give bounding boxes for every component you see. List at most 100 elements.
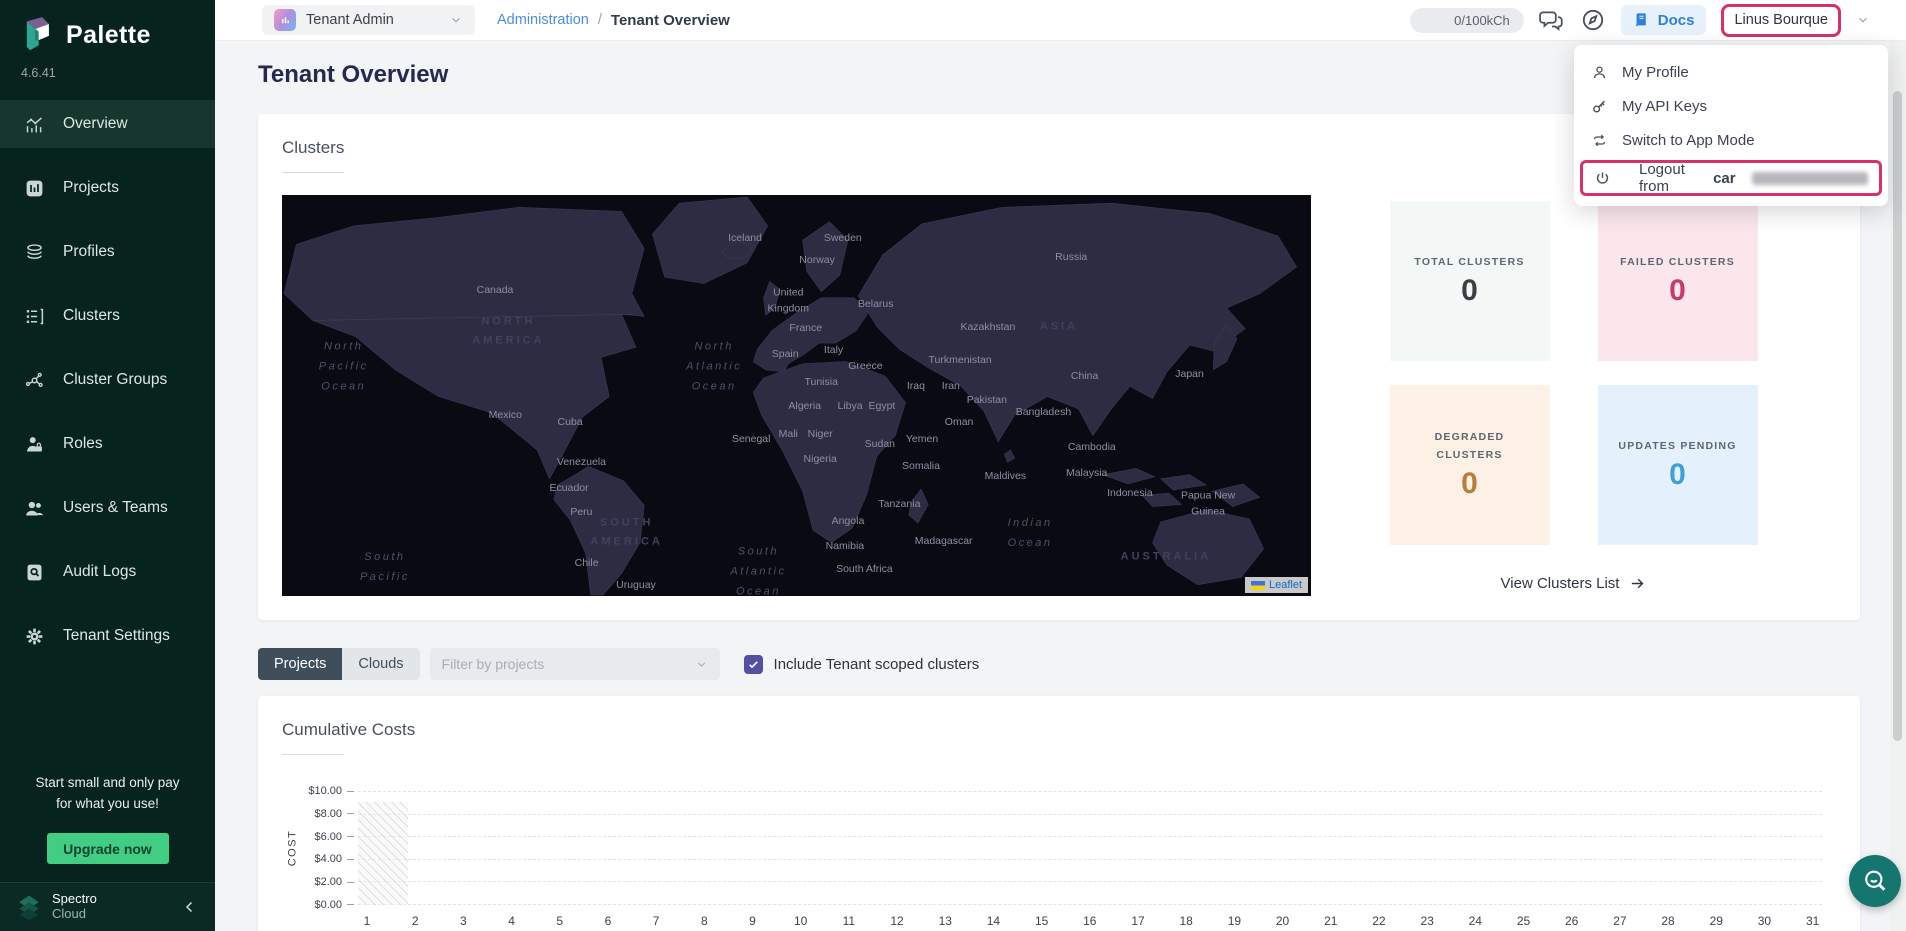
sidebar-item[interactable]: Tenant Settings	[0, 612, 215, 660]
x-axis-tick: 6	[599, 914, 617, 928]
gridline	[358, 814, 1822, 815]
check-icon	[747, 658, 760, 671]
project-filter-placeholder: Filter by projects	[442, 656, 545, 672]
sidebar-footer: Spectro Cloud	[0, 882, 215, 931]
sidebar-item[interactable]: Roles	[0, 420, 215, 468]
y-axis-tick-mark	[347, 859, 354, 860]
compass-help-icon[interactable]	[1580, 7, 1606, 33]
header-actions: 0/100kCh Docs Linus Bourque	[1410, 4, 1870, 37]
title-rule	[282, 754, 344, 755]
sidebar-item[interactable]: Projects	[0, 164, 215, 212]
x-axis-tick: 9	[744, 914, 762, 928]
user-menu-item[interactable]: My API Keys	[1574, 89, 1888, 123]
bars-icon	[279, 14, 292, 27]
docs-label: Docs	[1658, 12, 1695, 29]
app-version: 4.6.41	[0, 54, 215, 80]
x-axis-labels: 1234567891011121314151617181920212223242…	[358, 914, 1822, 928]
x-axis-tick: 29	[1707, 914, 1725, 928]
y-axis-tick-label: $6.00	[314, 831, 342, 843]
stat-value: 0	[1461, 467, 1478, 501]
support-search-fab[interactable]	[1849, 855, 1901, 907]
promo-line-2: for what you use!	[14, 794, 201, 815]
stat-value: 0	[1669, 458, 1686, 492]
arrow-right-icon	[1629, 575, 1646, 592]
sidebar-item-label: Users & Teams	[63, 499, 168, 517]
docs-button[interactable]: Docs	[1621, 5, 1707, 35]
user-menu-item[interactable]: Logout from car	[1580, 160, 1882, 196]
stat-card: DEGRADED CLUSTERS 0	[1390, 385, 1550, 545]
chat-icon[interactable]	[1539, 7, 1565, 33]
chart-hatched-placeholder	[358, 802, 408, 905]
map-land-shapes	[282, 195, 1311, 596]
menu-item-icon	[1594, 170, 1611, 187]
x-axis-tick: 28	[1659, 914, 1677, 928]
sidebar-item-label: Tenant Settings	[63, 627, 170, 645]
sidebar-item[interactable]: Users & Teams	[0, 484, 215, 532]
select-chevron-down-icon	[695, 658, 708, 671]
sidebar-item-label: Overview	[63, 115, 128, 133]
y-axis-labels: $0.00 $2.00 $4.00	[302, 791, 354, 905]
sidebar-item-icon	[24, 178, 45, 199]
stat-label: UPDATES PENDING	[1618, 438, 1736, 456]
x-axis-tick: 11	[840, 914, 858, 928]
user-menu-item[interactable]: Switch to App Mode	[1574, 123, 1888, 157]
x-axis-tick: 30	[1755, 914, 1773, 928]
redacted-text	[1752, 172, 1868, 185]
book-icon	[1633, 12, 1650, 29]
user-menu-button[interactable]: Linus Bourque	[1721, 4, 1841, 37]
scrollbar-track[interactable]	[1890, 41, 1906, 931]
x-axis-tick: 16	[1081, 914, 1099, 928]
user-chevron-down-icon[interactable]	[1856, 13, 1870, 27]
x-axis-tick: 23	[1418, 914, 1436, 928]
breadcrumb-current: Tenant Overview	[611, 12, 730, 29]
world-map[interactable]: Iceland Sweden Norway Russia Canada Unit…	[282, 195, 1311, 596]
gridline	[358, 904, 1822, 905]
app-name: Palette	[66, 21, 151, 50]
filter-row: Projects Clouds Filter by projects Inclu…	[258, 648, 1860, 680]
breadcrumb-administration[interactable]: Administration	[497, 12, 589, 28]
sidebar-item[interactable]: Overview	[0, 100, 215, 148]
x-axis-tick: 25	[1515, 914, 1533, 928]
user-menu-item[interactable]: My Profile	[1574, 55, 1888, 89]
brand-bottom: Cloud	[52, 907, 97, 922]
scope-tab[interactable]: Clouds	[342, 648, 419, 680]
main-area: Tenant Admin Administration / Tenant Ove…	[215, 0, 1906, 931]
menu-item-label: My API Keys	[1622, 98, 1707, 115]
sidebar-item-icon	[24, 242, 45, 263]
sidebar-item-label: Profiles	[63, 243, 115, 261]
sidebar-item-icon	[24, 498, 45, 519]
tenant-scope-selector[interactable]: Tenant Admin	[262, 5, 475, 35]
sidebar-item-label: Cluster Groups	[63, 371, 167, 389]
stats-grid: TOTAL CLUSTERS 0 FAILED CLUSTERS 0	[1390, 201, 1758, 545]
sidebar-collapse-icon[interactable]	[181, 898, 199, 916]
cumulative-costs-card: Cumulative Costs COST $0.00	[258, 696, 1860, 931]
view-clusters-list-link[interactable]: View Clusters List	[1501, 575, 1647, 592]
tenant-scoped-checkbox-wrap[interactable]: Include Tenant scoped clusters	[744, 655, 980, 674]
project-filter-select[interactable]: Filter by projects	[430, 648, 720, 680]
sidebar-item[interactable]: Clusters	[0, 292, 215, 340]
sidebar-item[interactable]: Audit Logs	[0, 548, 215, 596]
leaflet-attribution[interactable]: Leaflet	[1245, 577, 1308, 593]
clusters-stats-column: TOTAL CLUSTERS 0 FAILED CLUSTERS 0	[1311, 195, 1836, 596]
sidebar-item[interactable]: Profiles	[0, 228, 215, 276]
scrollbar-thumb[interactable]	[1893, 91, 1902, 741]
scope-tab[interactable]: Projects	[258, 648, 342, 680]
y-axis-tick-mark	[347, 904, 354, 905]
tenant-scoped-checkbox[interactable]	[744, 655, 763, 674]
sidebar-item[interactable]: Cluster Groups	[0, 356, 215, 404]
x-axis-tick: 5	[551, 914, 569, 928]
menu-item-label: My Profile	[1622, 64, 1689, 81]
gridline	[358, 859, 1822, 860]
sidebar-spacer	[0, 660, 215, 773]
stat-label: TOTAL CLUSTERS	[1414, 254, 1524, 272]
clusters-body: Iceland Sweden Norway Russia Canada Unit…	[282, 195, 1836, 596]
x-axis-tick: 2	[406, 914, 424, 928]
view-clusters-list-label: View Clusters List	[1501, 575, 1620, 592]
breadcrumb: Administration / Tenant Overview	[497, 12, 730, 29]
stat-card: TOTAL CLUSTERS 0	[1390, 201, 1550, 361]
x-axis-tick: 13	[936, 914, 954, 928]
upgrade-now-button[interactable]: Upgrade now	[47, 833, 169, 864]
x-axis-tick: 14	[984, 914, 1002, 928]
x-axis-tick: 24	[1466, 914, 1484, 928]
x-axis-tick: 31	[1804, 914, 1822, 928]
